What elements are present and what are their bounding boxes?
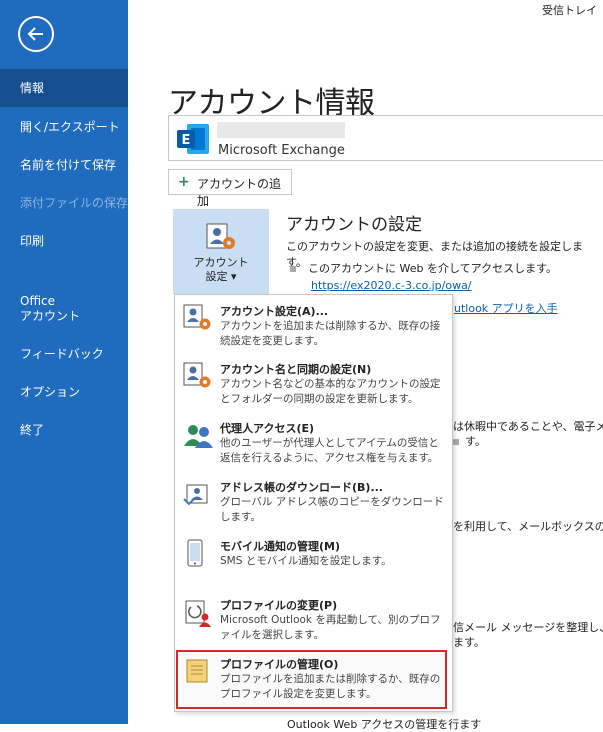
sidebar-item-open-export[interactable]: 開く/エクスポート — [0, 119, 128, 135]
cleanup-text: 信メール メッセージを整理し、ア — [453, 621, 603, 634]
exchange-logo-icon: E — [177, 124, 209, 154]
sidebar-item-options[interactable]: オプション — [0, 384, 128, 400]
menu-item-address-book-download[interactable]: アドレス帳のダウンロード(B)... グローバル アドレス帳のコピーをダウンロー… — [175, 479, 452, 529]
menu-item-title: アカウント設定(A)... — [220, 305, 329, 318]
menu-item-title: モバイル通知の管理(M) — [220, 540, 341, 553]
sidebar-item-office-account-line2[interactable]: アカウント — [0, 308, 128, 324]
add-account-button[interactable]: + アカウントの追加 — [168, 169, 292, 208]
sidebar-item-office-account-line1[interactable]: Office — [0, 293, 128, 309]
menu-item-desc: アカウント名などの基本的なアカウントの設定とフォルダーの同期の設定を更新します。 — [220, 378, 441, 405]
menu-item-title: 代理人アクセス(E) — [220, 422, 315, 435]
account-settings-icon — [183, 304, 211, 330]
bullet-icon — [453, 439, 459, 445]
mailbox-text: を利用して、メールボックスのサ — [453, 520, 603, 533]
menu-item-manage-profiles[interactable]: プロファイルの管理(O) プロファイルを追加または削除するか、既存のプロファイル… — [175, 656, 452, 706]
cleanup-text-2: ます。 — [453, 636, 485, 649]
menu-item-desc: グローバル アドレス帳のコピーをダウンロードします。 — [220, 496, 444, 523]
folder-label: 受信トレイ — [542, 4, 597, 17]
menu-item-mobile-notifications[interactable]: モバイル通知の管理(M) SMS とモバイル通知を設定します。 — [175, 538, 452, 588]
menu-item-title: プロファイルの変更(P) — [220, 599, 338, 612]
menu-item-title: プロファイルの管理(O) — [220, 658, 339, 671]
section-title: アカウントの設定 — [286, 215, 422, 235]
account-selector[interactable]: E Microsoft Exchange — [168, 115, 603, 161]
menu-item-account-name-sync[interactable]: アカウント名と同期の設定(N) アカウント名などの基本的なアカウントの設定とフォ… — [175, 361, 452, 411]
menu-item-title: アドレス帳のダウンロード(B)... — [220, 481, 383, 494]
outlook-app-link[interactable]: utlook アプリを入手 — [454, 300, 558, 316]
sidebar-item-print[interactable]: 印刷 — [0, 233, 128, 249]
account-settings-icon — [206, 223, 235, 249]
menu-item-delegate-access[interactable]: 代理人アクセス(E) 他のユーザーが代理人としてアイテムの受信と返信を行えるよう… — [175, 420, 452, 470]
menu-item-desc: プロファイルを追加または削除するか、既存のプロファイル設定を変更します。 — [220, 673, 441, 700]
mobile-phone-icon — [187, 539, 203, 567]
account-settings-label-line2: 設定 ▾ — [205, 270, 237, 283]
account-type: Microsoft Exchange — [218, 143, 345, 158]
backstage-sidebar: 情報 開く/エクスポート 名前を付けて保存 添付ファイルの保存 印刷 Offic… — [0, 0, 128, 724]
web-access-text: このアカウントに Web を介してアクセスします。 — [308, 262, 557, 275]
owa-link[interactable]: https://ex2020.c-3.co.jp/owa/ — [311, 279, 472, 292]
add-account-label: アカウントの追加 — [197, 177, 282, 208]
address-book-download-icon — [183, 484, 208, 506]
menu-item-desc: SMS とモバイル通知を設定します。 — [220, 555, 392, 567]
bottom-text: Outlook Web アクセスの管理を行ます — [287, 718, 482, 731]
manage-profiles-icon — [186, 659, 208, 683]
sidebar-item-exit[interactable]: 終了 — [0, 422, 128, 438]
back-arrow-icon[interactable] — [18, 16, 54, 52]
sidebar-item-feedback[interactable]: フィードバック — [0, 346, 128, 362]
sidebar-item-info[interactable]: 情報 — [0, 69, 128, 107]
account-settings-button[interactable]: アカウント 設定 ▾ — [173, 209, 269, 294]
vacation-text-2: す。 — [453, 433, 486, 449]
menu-item-title: アカウント名と同期の設定(N) — [220, 363, 372, 376]
change-profile-icon — [185, 600, 211, 627]
menu-item-account-settings[interactable]: アカウント設定(A)... アカウントを追加または削除するか、既存の接続設定を変… — [175, 303, 452, 353]
vacation-text: は休暇中であることや、電子メ — [453, 420, 603, 433]
web-access-bullet: このアカウントに Web を介してアクセスします。 — [290, 260, 557, 276]
bullet-icon — [290, 266, 296, 272]
account-name-sync-icon — [183, 362, 211, 388]
menu-item-change-profile[interactable]: プロファイルの変更(P) Microsoft Outlook を再起動して、別の… — [175, 597, 452, 647]
menu-item-desc: Microsoft Outlook を再起動して、別のプロファイルを選択します。 — [220, 614, 441, 641]
account-settings-menu: アカウント設定(A)... アカウントを追加または削除するか、既存の接続設定を変… — [174, 294, 453, 712]
account-email-redacted — [217, 122, 345, 138]
menu-item-desc: アカウントを追加または削除するか、既存の接続設定を変更します。 — [220, 320, 441, 347]
delegate-people-icon — [184, 425, 213, 448]
sidebar-item-save-attachments[interactable]: 添付ファイルの保存 — [0, 195, 128, 211]
svg-text:E: E — [182, 133, 191, 148]
menu-item-desc: 他のユーザーが代理人としてアイテムの受信と返信を行えるように、アクセス権を与えま… — [220, 437, 439, 464]
plus-icon: + — [178, 174, 190, 190]
sidebar-item-save-as[interactable]: 名前を付けて保存 — [0, 157, 128, 173]
